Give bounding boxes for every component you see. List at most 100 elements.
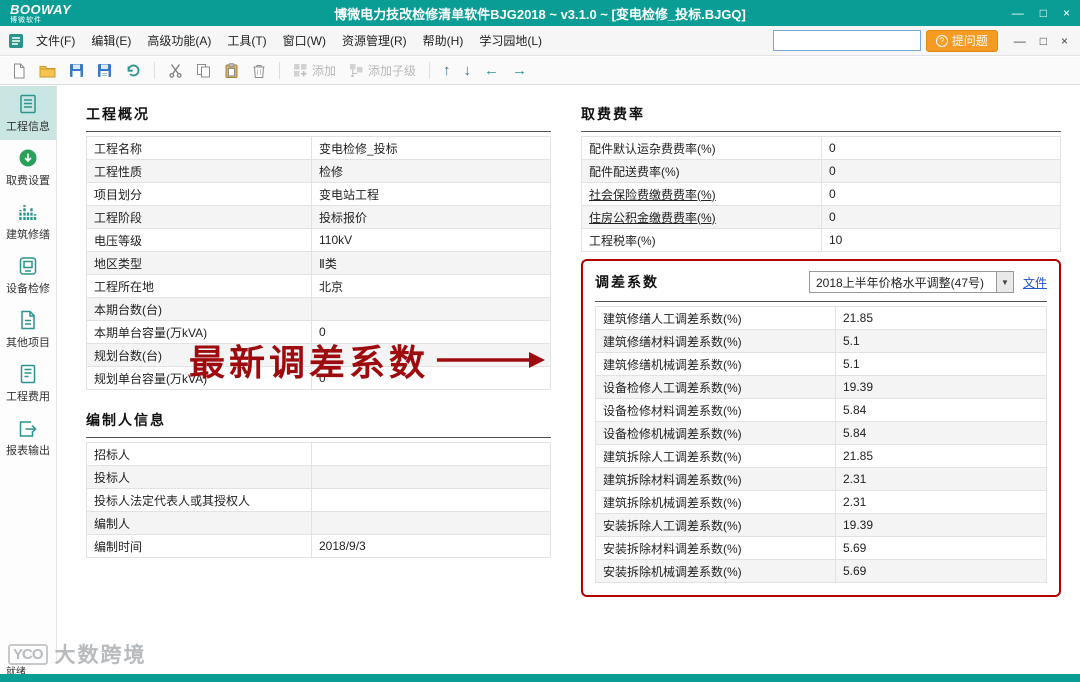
row-value[interactable] xyxy=(311,511,551,535)
row-value[interactable] xyxy=(311,343,551,367)
save-all-button[interactable] xyxy=(95,60,114,82)
move-down-button[interactable]: ↓ xyxy=(462,60,474,82)
row-value[interactable]: 19.39 xyxy=(835,375,1047,399)
row-value[interactable]: 5.69 xyxy=(835,536,1047,560)
undo-button[interactable] xyxy=(123,60,143,82)
move-left-button[interactable]: ← xyxy=(482,60,501,82)
row-value[interactable] xyxy=(311,297,551,321)
toolbar-separator xyxy=(429,62,431,79)
row-value[interactable]: Ⅱ类 xyxy=(311,251,551,275)
table-row: 建筑修缮机械调差系数(%) 5.1 xyxy=(595,352,1047,376)
move-up-button[interactable]: ↑ xyxy=(441,60,453,82)
row-label: 本期台数(台) xyxy=(86,297,312,321)
price-adjustment-dropdown[interactable]: 2018上半年价格水平调整(47号) ▼ xyxy=(808,271,1014,293)
child-minimize-icon[interactable]: — xyxy=(1014,34,1026,48)
cut-button[interactable] xyxy=(166,60,185,82)
minimize-icon[interactable]: — xyxy=(1012,6,1024,20)
table-row: 本期台数(台) xyxy=(86,297,551,321)
ask-question-button[interactable]: ? 提问题 xyxy=(925,29,998,52)
sidebar-item-fee-settings[interactable]: 取费设置 xyxy=(0,140,56,194)
row-label: 建筑拆除人工调差系数(%) xyxy=(595,444,836,468)
row-value[interactable]: 0 xyxy=(311,366,551,390)
copy-button[interactable] xyxy=(194,60,213,82)
row-value[interactable]: 5.84 xyxy=(835,398,1047,422)
row-value[interactable] xyxy=(311,488,551,512)
move-right-button[interactable]: → xyxy=(510,60,529,82)
main-content: 工程概况 工程名称 变电检修_投标 工程性质 检修 项目划分 变电站工程 工程阶… xyxy=(58,86,1080,664)
row-value[interactable]: 0 xyxy=(821,205,1061,229)
row-value[interactable] xyxy=(311,442,551,466)
row-value[interactable]: 21.85 xyxy=(835,306,1047,330)
row-value[interactable]: 10 xyxy=(821,228,1061,252)
menu-help[interactable]: 帮助(H) xyxy=(415,27,472,54)
add-button[interactable]: 添加 xyxy=(291,60,338,82)
table-row: 设备检修人工调差系数(%) 19.39 xyxy=(595,375,1047,399)
file-link[interactable]: 文件 xyxy=(1023,274,1047,291)
row-value[interactable]: 0 xyxy=(821,182,1061,206)
row-value[interactable]: 0 xyxy=(311,320,551,344)
new-file-button[interactable] xyxy=(10,60,28,82)
sidebar-item-project-info[interactable]: 工程信息 xyxy=(0,86,56,140)
close-icon[interactable]: × xyxy=(1063,6,1070,20)
menu-edit[interactable]: 编辑(E) xyxy=(83,27,139,54)
row-label: 投标人 xyxy=(86,465,312,489)
row-value[interactable]: 检修 xyxy=(311,159,551,183)
table-row: 住房公积金缴费费率(%) 0 xyxy=(581,205,1061,229)
row-value[interactable]: 0 xyxy=(821,136,1061,160)
sidebar-item-other-items[interactable]: 其他项目 xyxy=(0,302,56,356)
table-row: 配件配送费率(%) 0 xyxy=(581,159,1061,183)
row-label: 建筑拆除机械调差系数(%) xyxy=(595,490,836,514)
row-value[interactable]: 5.1 xyxy=(835,329,1047,353)
sidebar-item-project-cost[interactable]: 工程费用 xyxy=(0,356,56,410)
add-child-grid-icon xyxy=(350,64,363,77)
row-value[interactable]: 0 xyxy=(821,159,1061,183)
sidebar-item-building-repair[interactable]: 建筑修缮 xyxy=(0,194,56,248)
table-row: 编制人 xyxy=(86,511,551,535)
row-value[interactable]: 5.69 xyxy=(835,559,1047,583)
chevron-down-icon[interactable]: ▼ xyxy=(995,272,1013,292)
sidebar-item-report-output[interactable]: 报表输出 xyxy=(0,410,56,464)
table-row: 工程性质 检修 xyxy=(86,159,551,183)
row-value[interactable]: 5.84 xyxy=(835,421,1047,445)
open-folder-icon xyxy=(39,65,56,77)
row-value[interactable]: 投标报价 xyxy=(311,205,551,229)
row-label: 社会保险费缴费费率(%) xyxy=(581,182,822,206)
row-value[interactable]: 2018/9/3 xyxy=(311,534,551,558)
search-input[interactable] xyxy=(772,30,921,51)
watermark: YCO 大数跨境 xyxy=(8,639,147,669)
row-value[interactable]: 19.39 xyxy=(835,513,1047,537)
row-value[interactable]: 21.85 xyxy=(835,444,1047,468)
sidebar-item-equipment-overhaul[interactable]: 设备检修 xyxy=(0,248,56,302)
maximize-icon[interactable]: □ xyxy=(1040,6,1047,20)
row-value[interactable]: 变电检修_投标 xyxy=(311,136,551,160)
add-child-button[interactable]: 添加子级 xyxy=(347,60,418,82)
save-icon xyxy=(70,64,83,77)
row-value[interactable]: 变电站工程 xyxy=(311,182,551,206)
row-value[interactable]: 2.31 xyxy=(835,467,1047,491)
table-row: 本期单台容量(万kVA) 0 xyxy=(86,320,551,344)
menu-resource[interactable]: 资源管理(R) xyxy=(334,27,415,54)
menu-learning[interactable]: 学习园地(L) xyxy=(471,27,550,54)
row-label: 编制人 xyxy=(86,511,312,535)
child-restore-icon[interactable]: □ xyxy=(1040,34,1047,48)
project-info-icon xyxy=(20,94,36,114)
row-value[interactable]: 2.31 xyxy=(835,490,1047,514)
menu-advanced[interactable]: 高级功能(A) xyxy=(139,27,219,54)
delete-button[interactable] xyxy=(250,60,268,82)
row-value[interactable]: 北京 xyxy=(311,274,551,298)
menu-window[interactable]: 窗口(W) xyxy=(275,27,334,54)
row-value[interactable] xyxy=(311,465,551,489)
row-label: 项目划分 xyxy=(86,182,312,206)
watermark-logo: YCO xyxy=(8,643,48,665)
menu-file[interactable]: 文件(F) xyxy=(28,27,83,54)
menu-tools[interactable]: 工具(T) xyxy=(219,27,274,54)
sidebar-item-label: 工程费用 xyxy=(6,391,50,403)
save-button[interactable] xyxy=(67,60,86,82)
row-value[interactable]: 5.1 xyxy=(835,352,1047,376)
section-title-fee-rates: 取费费率 xyxy=(581,104,1061,132)
paste-button[interactable] xyxy=(222,60,241,82)
row-label: 投标人法定代表人或其授权人 xyxy=(86,488,312,512)
row-value[interactable]: 110kV xyxy=(311,228,551,252)
child-close-icon[interactable]: × xyxy=(1061,34,1068,48)
open-file-button[interactable] xyxy=(37,60,58,82)
